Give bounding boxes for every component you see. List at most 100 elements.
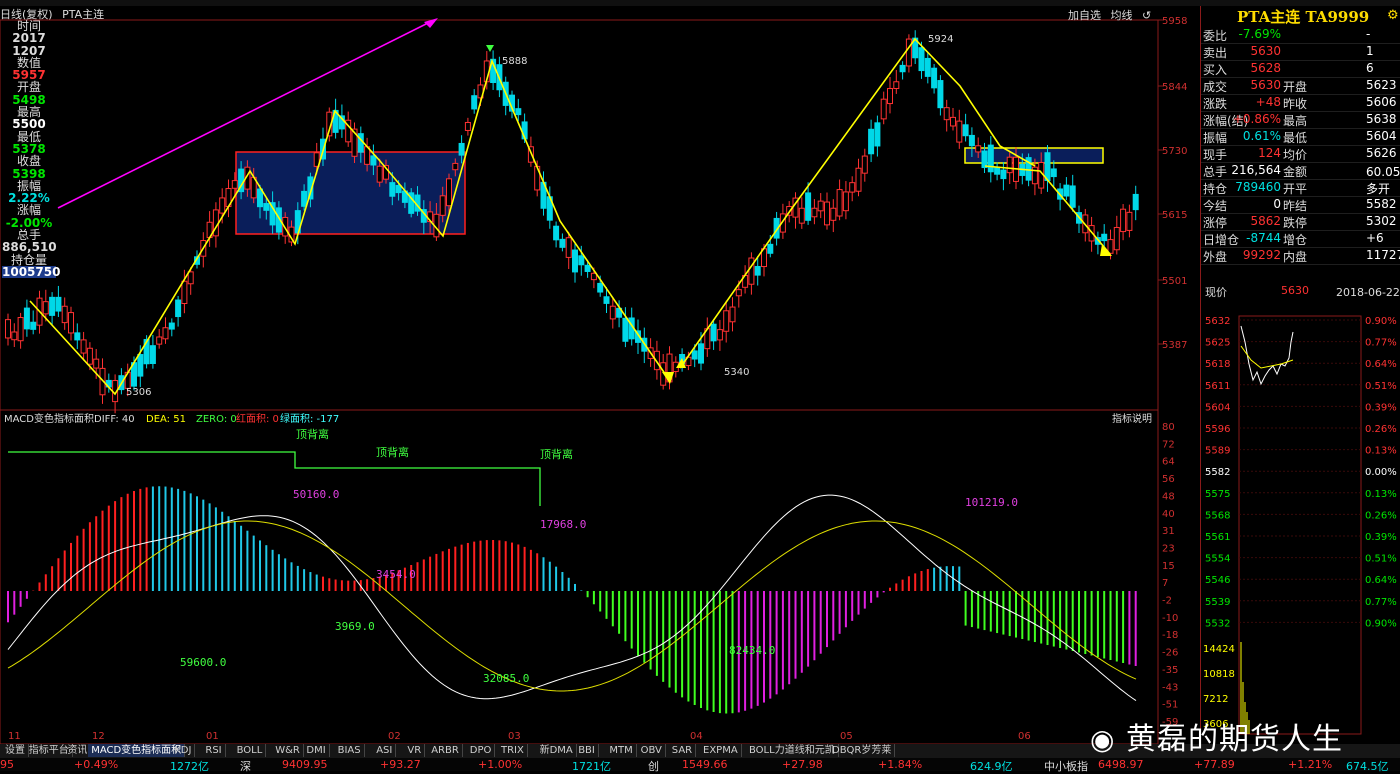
quote-value-2: 60.05亿	[1366, 165, 1400, 179]
candle-body	[74, 332, 81, 341]
indicator-help-button[interactable]: 指标说明	[1112, 412, 1152, 425]
macd-axis-label: -18	[1162, 630, 1178, 641]
status-item: +1.84%	[878, 758, 923, 771]
indicator-tab[interactable]: DMI	[303, 744, 330, 757]
quote-value-2: 5604	[1366, 129, 1397, 143]
candle-body	[622, 317, 629, 342]
indicator-tab[interactable]: BOLL	[234, 744, 267, 757]
quote-row: 涨幅(结) +0.86% 最高 5638	[1201, 111, 1400, 129]
quote-key-2: 金额	[1283, 165, 1308, 179]
ma-button[interactable]: 均线	[1111, 9, 1133, 22]
x-axis-label: 06	[1018, 731, 1031, 742]
indicator-tab[interactable]: BIAS	[335, 744, 365, 757]
intraday-frame	[1238, 315, 1362, 735]
candle-body	[439, 195, 446, 216]
refresh-icon[interactable]: ↺	[1142, 9, 1151, 22]
quote-row: 今结 0 昨结 5582	[1201, 196, 1400, 214]
volume-label: 14424	[1203, 644, 1235, 655]
price-axis-label: 5615	[1162, 210, 1187, 221]
intraday-pct-label: 0.26%	[1365, 424, 1397, 435]
macd-area-label: 3969.0	[335, 620, 375, 633]
quote-key: 总手	[1203, 165, 1228, 179]
add-favorite-button[interactable]: 加自选	[1068, 9, 1101, 22]
bar-info-box: 时间 2017 1207 数值 5957 开盘 5498 最高 5500 最低 5378 收盘 5398…	[2, 20, 60, 278]
indicator-tab[interactable]: SAR	[669, 744, 697, 757]
candle-body	[584, 264, 591, 272]
quote-key-2: 内盘	[1283, 250, 1308, 264]
x-axis-label: 05	[840, 731, 853, 742]
quote-key: 今结	[1203, 199, 1228, 213]
intraday-pct-label: 0.77%	[1365, 597, 1397, 608]
intraday-pct-label: 0.26%	[1365, 510, 1397, 521]
candle-body	[590, 272, 597, 281]
indicator-tab[interactable]: DPO	[467, 744, 496, 757]
macd-area-label: 59600.0	[180, 656, 226, 669]
candle-body	[370, 155, 377, 166]
indicator-tab[interactable]: BBI	[575, 744, 599, 757]
quote-row: 日增仓 -8744 增仓 +6	[1201, 230, 1400, 248]
kline-chart-area[interactable]: 5958 5844 5730 5615 5501 5387 80 72 64 56 48 40 31 23…	[0, 6, 1200, 744]
indicator-tab[interactable]: ASI	[373, 744, 397, 757]
intraday-pct-label: 0.90%	[1365, 316, 1397, 327]
macd-axis-label: -35	[1162, 665, 1178, 676]
indicator-tab[interactable]: KDJ	[171, 744, 196, 757]
candle-body	[42, 301, 49, 315]
status-item: 深	[240, 760, 251, 773]
indicator-tab[interactable]: BOLL力道线和元凯	[746, 744, 839, 757]
candle-body	[68, 312, 74, 334]
indicator-tab[interactable]: RSI	[202, 744, 226, 757]
indicator-tab[interactable]: VR	[404, 744, 426, 757]
indicator-tab[interactable]: ARBR	[428, 744, 463, 757]
quote-row: 成交 5630 开盘 5623	[1201, 77, 1400, 95]
macd-area-label: 17968.0	[540, 518, 586, 531]
quote-key-2: 昨结	[1283, 199, 1308, 213]
watermark: ◉ 黄磊的期货人生	[1090, 714, 1343, 758]
candle-body	[515, 108, 522, 116]
info-key: 开盘	[16, 80, 41, 95]
candle-body	[395, 184, 402, 194]
price-extreme-label: 5888	[502, 56, 527, 67]
candle-body	[1063, 184, 1070, 197]
candle-body	[1006, 156, 1013, 174]
indicator-tab[interactable]: DBQR岁芳莱	[829, 744, 896, 757]
candle-body	[893, 81, 900, 90]
intraday-pct-label: 0.90%	[1365, 618, 1397, 629]
intraday-price-label: 5625	[1205, 338, 1230, 349]
macd-axis-label: 7	[1162, 578, 1168, 589]
candle-body	[61, 305, 68, 324]
indicator-tab[interactable]: TRIX	[498, 744, 528, 757]
quote-row: 总手216,564金额 60.05亿	[1201, 162, 1400, 180]
candle-body	[175, 299, 182, 318]
indicator-tab[interactable]: OBV	[638, 744, 666, 757]
candle-body	[1044, 152, 1051, 181]
candle-body	[11, 331, 18, 341]
candle-body	[994, 167, 1001, 175]
quote-value-2: 1	[1366, 44, 1374, 58]
indicator-tab[interactable]: W&R	[272, 744, 304, 757]
candle-body	[257, 188, 263, 208]
quote-value-2: 5606	[1366, 95, 1397, 109]
candle-body	[17, 317, 24, 342]
intraday-price-label: 5532	[1205, 618, 1230, 629]
quote-value: 5630	[1250, 78, 1281, 92]
macd-axis-label: 40	[1162, 509, 1175, 520]
quote-key: 外盘	[1203, 250, 1228, 264]
macd-header-item: DEA: 51	[146, 414, 186, 425]
candle-body	[924, 57, 931, 77]
intraday-chart[interactable]: 5632 0.90% 5625 0.77% 5618 0.64% 5611 0.51% 5604…	[1201, 302, 1400, 746]
macd-area-label: 101219.0	[965, 496, 1018, 509]
settings-icon[interactable]: ⚙	[1387, 8, 1399, 23]
quote-key-2: 增仓	[1283, 233, 1308, 247]
macd-axis-label: -2	[1162, 596, 1172, 607]
intraday-price-label: 5604	[1205, 402, 1230, 413]
price-axis-label: 5730	[1162, 146, 1187, 157]
quote-key-2: 均价	[1283, 148, 1308, 162]
indicator-tab[interactable]: MTM	[606, 744, 637, 757]
indicator-tab[interactable]: 新DMA	[537, 744, 577, 757]
price-axis-label: 5958	[1162, 16, 1187, 27]
macd-header-item: MACD变色指标面积	[4, 412, 94, 425]
candle-body	[219, 197, 226, 214]
intraday-price-label: 5539	[1205, 597, 1230, 608]
intraday-price-label: 5589	[1205, 446, 1230, 457]
indicator-tab[interactable]: EXPMA	[700, 744, 742, 757]
